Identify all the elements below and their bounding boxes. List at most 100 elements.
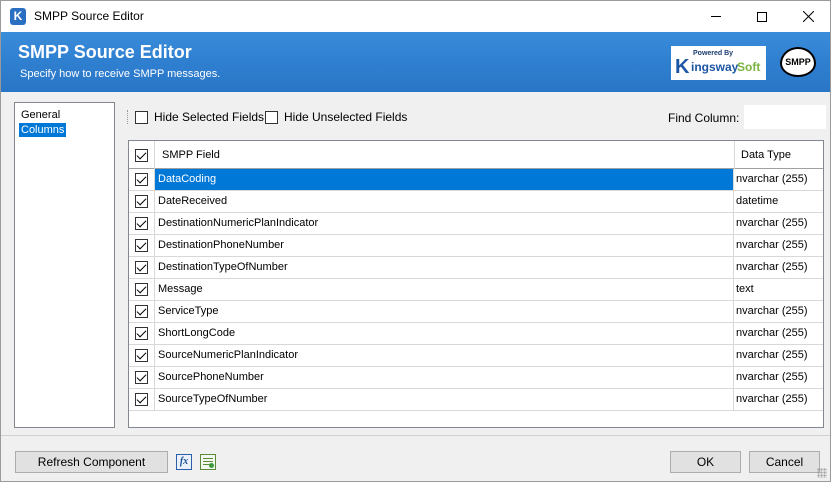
checkbox-checked-icon xyxy=(135,349,148,362)
checkbox-checked-icon xyxy=(135,327,148,340)
data-type-cell[interactable]: nvarchar (255) xyxy=(733,345,823,366)
data-type-cell[interactable]: nvarchar (255) xyxy=(733,169,823,190)
table-row[interactable]: SourcePhoneNumber nvarchar (255) xyxy=(129,367,823,389)
table-row[interactable]: DestinationNumericPlanIndicator nvarchar … xyxy=(129,213,823,235)
minimize-button[interactable] xyxy=(693,1,739,32)
data-type-cell[interactable]: datetime xyxy=(733,191,823,212)
field-name-cell[interactable]: DestinationPhoneNumber xyxy=(158,239,284,251)
resize-grip[interactable] xyxy=(817,468,827,478)
data-type-cell[interactable]: nvarchar (255) xyxy=(733,257,823,278)
table-row[interactable]: ShortLongCode nvarchar (255) xyxy=(129,323,823,345)
find-column-label: Find Column: xyxy=(668,111,740,125)
field-name-cell[interactable]: DataCoding xyxy=(158,173,216,185)
row-checkbox[interactable] xyxy=(129,235,155,256)
sidebar-item-columns[interactable]: Columns xyxy=(19,123,67,137)
row-checkbox[interactable] xyxy=(129,279,155,300)
row-checkbox[interactable] xyxy=(129,301,155,322)
logo-k: K xyxy=(675,56,690,78)
kingswaysoft-logo: Powered By K ingsway Soft xyxy=(671,46,766,80)
columns-grid: SMPP Field Data Type DataCoding nvarchar … xyxy=(128,140,824,428)
table-row[interactable]: DestinationPhoneNumber nvarchar (255) xyxy=(129,235,823,257)
variables-icon[interactable] xyxy=(200,454,216,470)
refresh-component-button[interactable]: Refresh Component xyxy=(15,451,168,473)
table-row[interactable]: ServiceType nvarchar (255) xyxy=(129,301,823,323)
checkbox-checked-icon xyxy=(135,217,148,230)
data-type-cell[interactable]: text xyxy=(733,279,823,300)
field-name-cell[interactable]: DateReceived xyxy=(158,195,227,207)
ok-button[interactable]: OK xyxy=(670,451,741,473)
banner-subtitle: Specify how to receive SMPP messages. xyxy=(20,68,221,80)
field-name-cell[interactable]: Message xyxy=(158,283,203,295)
checkbox-checked-icon xyxy=(135,305,148,318)
logo-soft: Soft xyxy=(737,60,761,74)
sidebar-item-general[interactable]: General xyxy=(19,108,62,122)
table-row[interactable]: Message text xyxy=(129,279,823,301)
checkbox-checked-icon xyxy=(135,195,148,208)
data-type-cell[interactable]: nvarchar (255) xyxy=(733,213,823,234)
row-checkbox[interactable] xyxy=(129,367,155,388)
grid-header: SMPP Field Data Type xyxy=(129,141,823,169)
footer-divider xyxy=(1,435,830,436)
checkbox-checked-icon xyxy=(135,283,148,296)
title-bar: K SMPP Source Editor xyxy=(1,1,830,32)
row-checkbox[interactable] xyxy=(129,345,155,366)
window-title: SMPP Source Editor xyxy=(34,9,144,23)
maximize-icon xyxy=(757,11,767,22)
table-row[interactable]: SourceNumericPlanIndicator nvarchar (255) xyxy=(129,345,823,367)
table-row[interactable]: DataCoding nvarchar (255) xyxy=(129,169,823,191)
checkbox-icon xyxy=(265,110,278,124)
close-button[interactable] xyxy=(785,1,831,32)
column-header-type[interactable]: Data Type xyxy=(734,141,823,169)
cancel-button[interactable]: Cancel xyxy=(749,451,820,473)
sidebar-nav: General Columns xyxy=(14,102,115,428)
close-icon xyxy=(802,11,814,22)
data-type-cell[interactable]: nvarchar (255) xyxy=(733,301,823,322)
checkbox-checked-icon xyxy=(135,173,148,186)
row-checkbox[interactable] xyxy=(129,169,155,190)
selection-highlight xyxy=(155,169,733,190)
row-checkbox[interactable] xyxy=(129,191,155,212)
checkbox-checked-icon xyxy=(135,371,148,384)
logo-powered-by: Powered By xyxy=(693,50,734,57)
row-checkbox[interactable] xyxy=(129,323,155,344)
table-row[interactable]: DestinationTypeOfNumber nvarchar (255) xyxy=(129,257,823,279)
field-name-cell[interactable]: SourceNumericPlanIndicator xyxy=(158,349,298,361)
data-type-cell[interactable]: nvarchar (255) xyxy=(733,235,823,256)
banner-title: SMPP Source Editor xyxy=(18,42,192,62)
header-banner: SMPP Source Editor Specify how to receiv… xyxy=(1,32,830,92)
row-checkbox[interactable] xyxy=(129,389,155,410)
checkbox-icon xyxy=(135,110,148,124)
row-checkbox[interactable] xyxy=(129,213,155,234)
table-row[interactable]: DateReceived datetime xyxy=(129,191,823,213)
find-column-input[interactable] xyxy=(744,105,826,129)
smpp-badge-icon: SMPP xyxy=(780,47,816,77)
table-row[interactable]: SourceTypeOfNumber nvarchar (255) xyxy=(129,389,823,411)
dialog-window: K SMPP Source Editor SMPP Source Editor … xyxy=(0,0,831,482)
field-name-cell[interactable]: DestinationNumericPlanIndicator xyxy=(158,217,318,229)
checkbox-checked-icon xyxy=(135,393,148,406)
data-type-cell[interactable]: nvarchar (255) xyxy=(733,389,823,410)
data-type-cell[interactable]: nvarchar (255) xyxy=(733,367,823,388)
expression-fx-icon[interactable]: fx xyxy=(176,454,192,470)
hide-unselected-label: Hide Unselected Fields xyxy=(284,110,408,124)
checkbox-checked-icon xyxy=(135,148,148,162)
hide-selected-label: Hide Selected Fields xyxy=(154,110,265,124)
maximize-button[interactable] xyxy=(739,1,785,32)
field-name-cell[interactable]: SourcePhoneNumber xyxy=(158,371,264,383)
field-name-cell[interactable]: ShortLongCode xyxy=(158,327,235,339)
minimize-icon xyxy=(711,16,721,17)
column-header-field[interactable]: SMPP Field xyxy=(162,149,220,161)
data-type-cell[interactable]: nvarchar (255) xyxy=(733,323,823,344)
field-name-cell[interactable]: ServiceType xyxy=(158,305,219,317)
toolbar-grip xyxy=(127,110,130,124)
checkbox-checked-icon xyxy=(135,239,148,252)
checkbox-checked-icon xyxy=(135,261,148,274)
row-checkbox[interactable] xyxy=(129,257,155,278)
hide-selected-checkbox[interactable]: Hide Selected Fields xyxy=(135,110,264,124)
kingswaysoft-app-icon: K xyxy=(10,8,26,25)
logo-kingsway: ingsway xyxy=(691,60,739,74)
hide-unselected-checkbox[interactable]: Hide Unselected Fields xyxy=(265,110,407,124)
select-all-checkbox[interactable] xyxy=(129,141,155,169)
field-name-cell[interactable]: DestinationTypeOfNumber xyxy=(158,261,288,273)
field-name-cell[interactable]: SourceTypeOfNumber xyxy=(158,393,267,405)
